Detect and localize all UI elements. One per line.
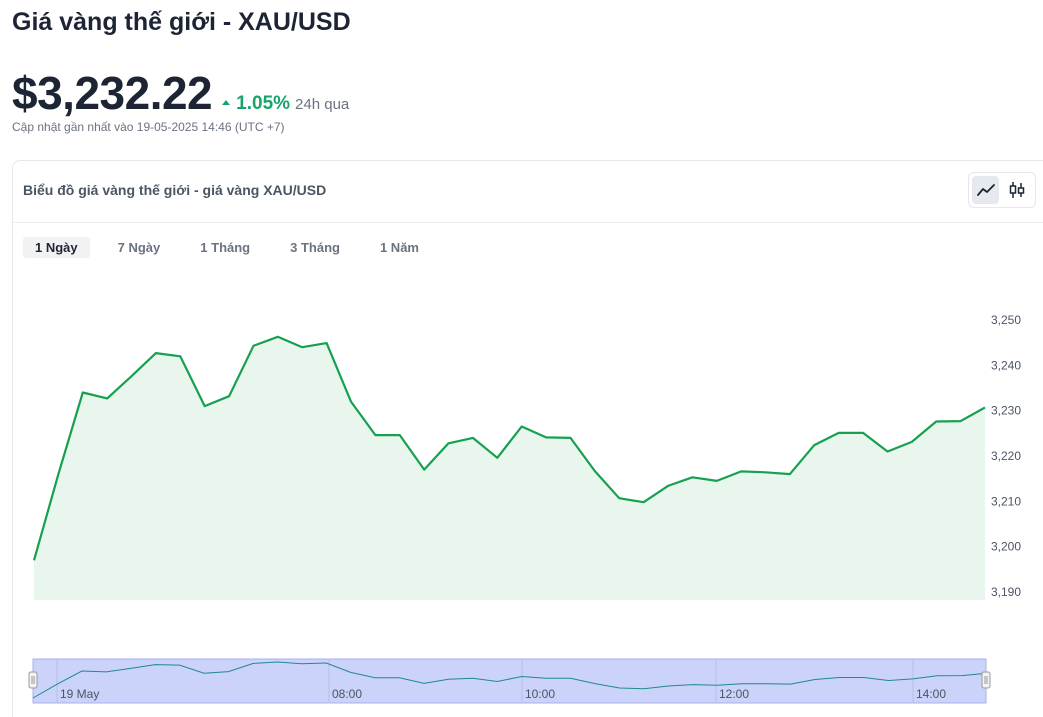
- y-tick-label: 3,200: [991, 540, 1021, 554]
- y-tick-label: 3,210: [991, 494, 1021, 508]
- navigator-window[interactable]: [32, 658, 987, 704]
- navigator-time-label: 14:00: [916, 687, 946, 701]
- navigator-time-label: 10:00: [525, 687, 555, 701]
- price-chart: 3,250 3,240 3,230 3,220 3,210 3,200 3,190 19 Ma…: [28, 313, 1021, 704]
- y-tick-label: 3,230: [991, 404, 1021, 418]
- y-tick-label: 3,240: [991, 358, 1021, 372]
- y-tick-label: 3,220: [991, 449, 1021, 463]
- navigator-right-handle[interactable]: [981, 671, 991, 689]
- y-tick-label: 3,250: [991, 313, 1021, 327]
- navigator-left-handle[interactable]: [28, 671, 38, 689]
- navigator-time-label: 12:00: [719, 687, 749, 701]
- navigator-time-label: 19 May: [60, 687, 99, 701]
- price-area: [34, 336, 985, 600]
- navigator-time-label: 08:00: [332, 687, 362, 701]
- y-tick-label: 3,190: [991, 585, 1021, 599]
